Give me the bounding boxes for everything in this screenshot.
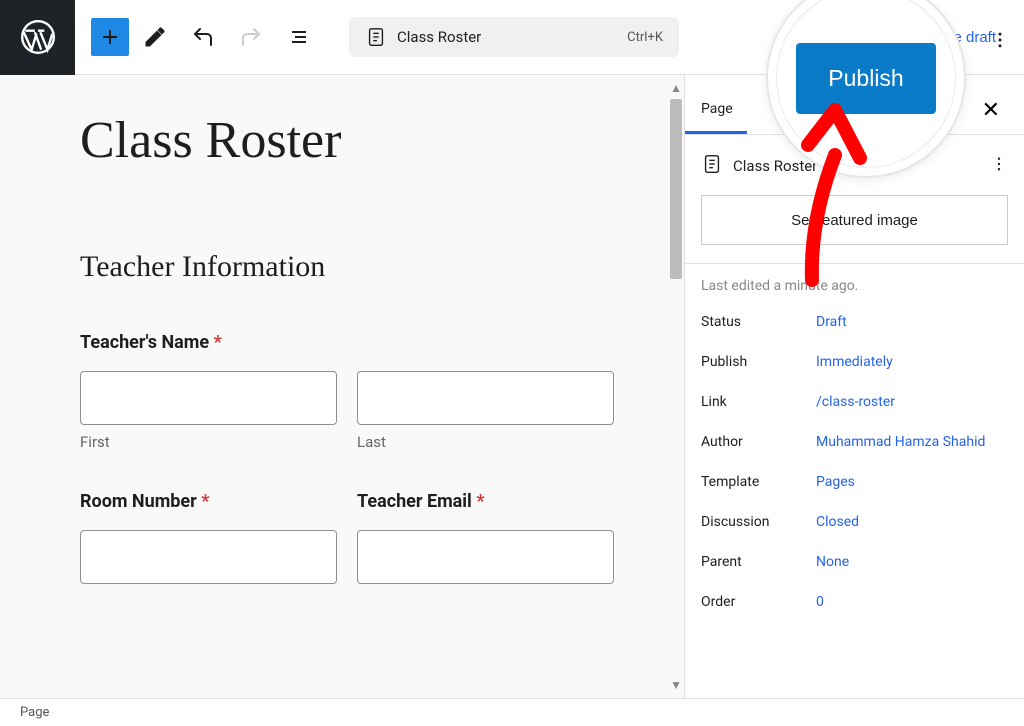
meta-author-key: Author (701, 434, 816, 450)
block-options-button[interactable] (990, 155, 1008, 177)
room-number-label: Room Number * (80, 491, 337, 512)
options-menu-button[interactable] (984, 24, 1016, 56)
editor-scrollbar[interactable]: ▲ ▼ (670, 75, 682, 698)
first-name-input[interactable] (80, 371, 337, 425)
set-featured-image-button[interactable]: Set featured image (701, 195, 1008, 245)
last-name-input[interactable] (357, 371, 614, 425)
meta-discussion-value[interactable]: Closed (816, 514, 859, 530)
add-block-button[interactable] (91, 18, 129, 56)
wordpress-logo[interactable] (0, 0, 75, 75)
last-sublabel: Last (357, 433, 614, 451)
section-heading[interactable]: Teacher Information (80, 250, 614, 284)
meta-author-value[interactable]: Muhammad Hamza Shahid (816, 434, 985, 450)
document-title: Class Roster (397, 28, 481, 46)
keyboard-shortcut: Ctrl+K (627, 30, 663, 45)
teacher-email-input[interactable] (357, 530, 614, 584)
meta-parent-value[interactable]: None (816, 554, 849, 570)
meta-link-value[interactable]: /class-roster (816, 394, 895, 410)
scroll-thumb[interactable] (670, 99, 682, 279)
edit-tool-button[interactable] (133, 15, 177, 59)
scroll-up-icon[interactable]: ▲ (670, 81, 682, 95)
editor-footer: Page (0, 698, 1024, 726)
tab-page[interactable]: Page (685, 87, 747, 134)
redo-button (229, 15, 273, 59)
meta-template-value[interactable]: Pages (816, 474, 855, 490)
room-number-input[interactable] (80, 530, 337, 584)
meta-order-value[interactable]: 0 (816, 594, 824, 610)
list-view-button[interactable] (277, 15, 321, 59)
toolbar-buttons (75, 15, 321, 59)
footer-breadcrumb[interactable]: Page (20, 705, 49, 720)
meta-publish-key: Publish (701, 354, 816, 370)
page-meta: StatusDraft PublishImmediately Link/clas… (685, 294, 1024, 630)
sidebar-doc-title: Class Roster (733, 157, 817, 175)
page-title[interactable]: Class Roster (80, 111, 614, 170)
teacher-email-label: Teacher Email * (357, 491, 614, 512)
publish-button[interactable]: Publish (796, 43, 935, 114)
meta-template-key: Template (701, 474, 816, 490)
meta-status-key: Status (701, 314, 816, 330)
last-edited-text: Last edited a minute ago. (685, 264, 1024, 294)
first-sublabel: First (80, 433, 337, 451)
meta-parent-key: Parent (701, 554, 816, 570)
meta-discussion-key: Discussion (701, 514, 816, 530)
document-selector[interactable]: Class Roster Ctrl+K (349, 17, 679, 57)
meta-status-value[interactable]: Draft (816, 314, 847, 330)
meta-order-key: Order (701, 594, 816, 610)
teacher-name-label: Teacher's Name * (80, 332, 614, 353)
editor-canvas[interactable]: Class Roster Teacher Information Teacher… (0, 75, 684, 698)
close-sidebar-button[interactable]: ✕ (974, 92, 1008, 129)
meta-link-key: Link (701, 394, 816, 410)
undo-button[interactable] (181, 15, 225, 59)
meta-publish-value[interactable]: Immediately (816, 354, 893, 370)
page-icon (701, 153, 723, 179)
scroll-down-icon[interactable]: ▼ (670, 678, 682, 692)
